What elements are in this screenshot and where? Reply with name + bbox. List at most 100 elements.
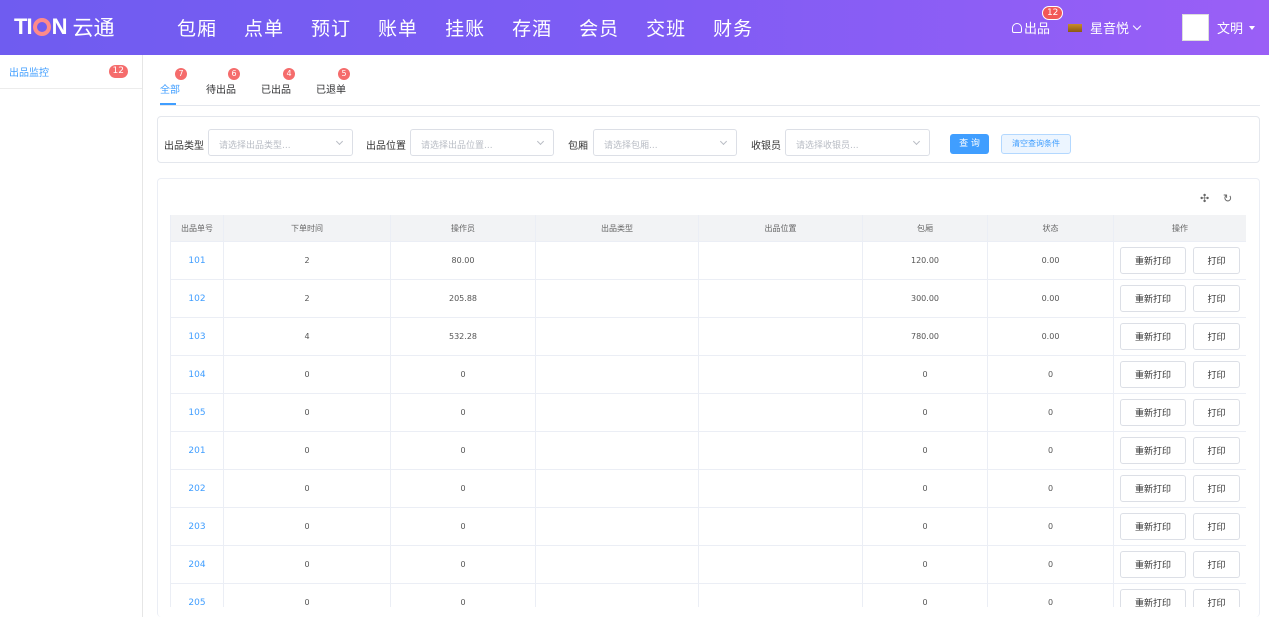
print-button[interactable]: 打印 <box>1193 285 1240 312</box>
table-row: 202 0 0 0 0 重新打印 打印 <box>171 470 1246 508</box>
action-cell: 重新打印 打印 <box>1114 546 1246 583</box>
action-cell: 重新打印 打印 <box>1114 242 1246 279</box>
print-button[interactable]: 打印 <box>1193 323 1240 350</box>
table-cell: 0 <box>988 584 1114 607</box>
nav-item[interactable]: 包厢 <box>177 14 217 41</box>
table-cell <box>699 280 863 317</box>
clear-filters-button[interactable]: 清空查询条件 <box>1001 134 1071 154</box>
table-cell <box>699 584 863 607</box>
room-select[interactable]: 请选择包厢... <box>593 129 737 156</box>
logo[interactable]: TI N 云通 <box>14 11 114 43</box>
table-cell <box>536 546 699 583</box>
print-button[interactable]: 打印 <box>1193 513 1240 540</box>
sidebar-item-output-monitor[interactable]: 出品监控 12 <box>0 55 142 89</box>
column-header: 操作员 <box>391 215 536 241</box>
column-header: 状态 <box>988 215 1114 241</box>
filter-bar: 出品类型 请选择出品类型... 出品位置 请选择出品位置... 包厢 请选择包厢… <box>157 116 1260 163</box>
nav-item[interactable]: 存酒 <box>512 14 552 41</box>
store-name: 星音悦 <box>1089 22 1129 37</box>
tab-label: 待出品 <box>206 85 236 96</box>
store-icon <box>1067 23 1082 32</box>
chevron-down-icon <box>1132 21 1142 30</box>
sidebar: 出品监控 12 <box>0 55 143 617</box>
nav-item[interactable]: 账单 <box>378 14 418 41</box>
order-id-link[interactable]: 104 <box>171 356 224 393</box>
table-cell: 0 <box>988 394 1114 431</box>
nav-item[interactable]: 点单 <box>244 14 284 41</box>
order-id-link[interactable]: 102 <box>171 280 224 317</box>
main-nav: 包厢 点单 预订 账单 挂账 存酒 会员 交班 财务 <box>177 0 780 55</box>
sidebar-item-badge: 12 <box>108 65 128 78</box>
table-cell <box>536 432 699 469</box>
logo-mark: TI N <box>14 14 67 39</box>
reprint-button[interactable]: 重新打印 <box>1120 323 1186 350</box>
nav-item[interactable]: 会员 <box>579 14 619 41</box>
column-header: 出品单号 <box>171 215 224 241</box>
filter-label-cashier: 收银员 <box>751 141 781 152</box>
brand-name: 云通 <box>72 16 115 40</box>
tab-pending[interactable]: 6 待出品 <box>206 66 240 104</box>
tab-label: 已出品 <box>261 85 291 96</box>
tab-all[interactable]: 7 全部 <box>160 66 187 105</box>
table-cell: 300.00 <box>863 280 988 317</box>
reprint-button[interactable]: 重新打印 <box>1120 285 1186 312</box>
tab-returned[interactable]: 5 已退单 <box>316 66 350 104</box>
refresh-icon[interactable]: ↻ <box>1223 192 1232 205</box>
top-bar: TI N 云通 包厢 点单 预订 账单 挂账 存酒 会员 交班 财务 出品 12 星音悦 文明 <box>0 0 1269 55</box>
query-button[interactable]: 查 询 <box>950 134 989 154</box>
reprint-button[interactable]: 重新打印 <box>1120 247 1186 274</box>
avatar[interactable] <box>1181 14 1209 41</box>
user-menu[interactable]: 文明 <box>1217 18 1255 37</box>
order-id-link[interactable]: 202 <box>171 470 224 507</box>
reprint-button[interactable]: 重新打印 <box>1120 589 1186 607</box>
table-cell: 0 <box>224 394 391 431</box>
reprint-button[interactable]: 重新打印 <box>1120 437 1186 464</box>
table-row: 104 0 0 0 0 重新打印 打印 <box>171 356 1246 394</box>
store-selector[interactable]: 星音悦 <box>1067 18 1142 37</box>
caret-down-icon <box>1249 25 1255 30</box>
type-select[interactable]: 请选择出品类型... <box>208 129 353 156</box>
table-cell <box>536 470 699 507</box>
table-cell <box>699 318 863 355</box>
table-cell: 205.88 <box>391 280 536 317</box>
print-button[interactable]: 打印 <box>1193 437 1240 464</box>
print-button[interactable]: 打印 <box>1193 247 1240 274</box>
order-id-link[interactable]: 103 <box>171 318 224 355</box>
order-id-link[interactable]: 101 <box>171 242 224 279</box>
print-button[interactable]: 打印 <box>1193 399 1240 426</box>
table-cell: 0 <box>863 470 988 507</box>
order-id-link[interactable]: 201 <box>171 432 224 469</box>
order-id-link[interactable]: 204 <box>171 546 224 583</box>
table-cell <box>536 242 699 279</box>
nav-item[interactable]: 财务 <box>713 14 753 41</box>
table-cell: 0 <box>224 584 391 607</box>
order-id-link[interactable]: 203 <box>171 508 224 545</box>
reprint-button[interactable]: 重新打印 <box>1120 361 1186 388</box>
header-right: 出品 12 星音悦 文明 <box>1011 0 1269 55</box>
tab-badge: 7 <box>175 68 187 80</box>
table-cell <box>699 242 863 279</box>
cashier-select[interactable]: 请选择收银员... <box>785 129 930 156</box>
table-row: 105 0 0 0 0 重新打印 打印 <box>171 394 1246 432</box>
nav-item[interactable]: 预订 <box>311 14 351 41</box>
nav-item[interactable]: 挂账 <box>445 14 485 41</box>
reprint-button[interactable]: 重新打印 <box>1120 513 1186 540</box>
print-button[interactable]: 打印 <box>1193 551 1240 578</box>
order-id-link[interactable]: 205 <box>171 584 224 607</box>
print-button[interactable]: 打印 <box>1193 475 1240 502</box>
print-button[interactable]: 打印 <box>1193 361 1240 388</box>
table-cell: 120.00 <box>863 242 988 279</box>
print-button[interactable]: 打印 <box>1193 589 1240 607</box>
reprint-button[interactable]: 重新打印 <box>1120 399 1186 426</box>
action-cell: 重新打印 打印 <box>1114 394 1246 431</box>
bell-icon <box>1011 22 1022 33</box>
table-cell <box>699 394 863 431</box>
reprint-button[interactable]: 重新打印 <box>1120 475 1186 502</box>
reprint-button[interactable]: 重新打印 <box>1120 551 1186 578</box>
tab-served[interactable]: 4 已出品 <box>261 66 295 104</box>
out-notification[interactable]: 出品 12 <box>1011 6 1064 37</box>
order-id-link[interactable]: 105 <box>171 394 224 431</box>
location-select[interactable]: 请选择出品位置... <box>410 129 554 156</box>
move-icon[interactable]: ✣ <box>1200 192 1209 205</box>
nav-item[interactable]: 交班 <box>646 14 686 41</box>
